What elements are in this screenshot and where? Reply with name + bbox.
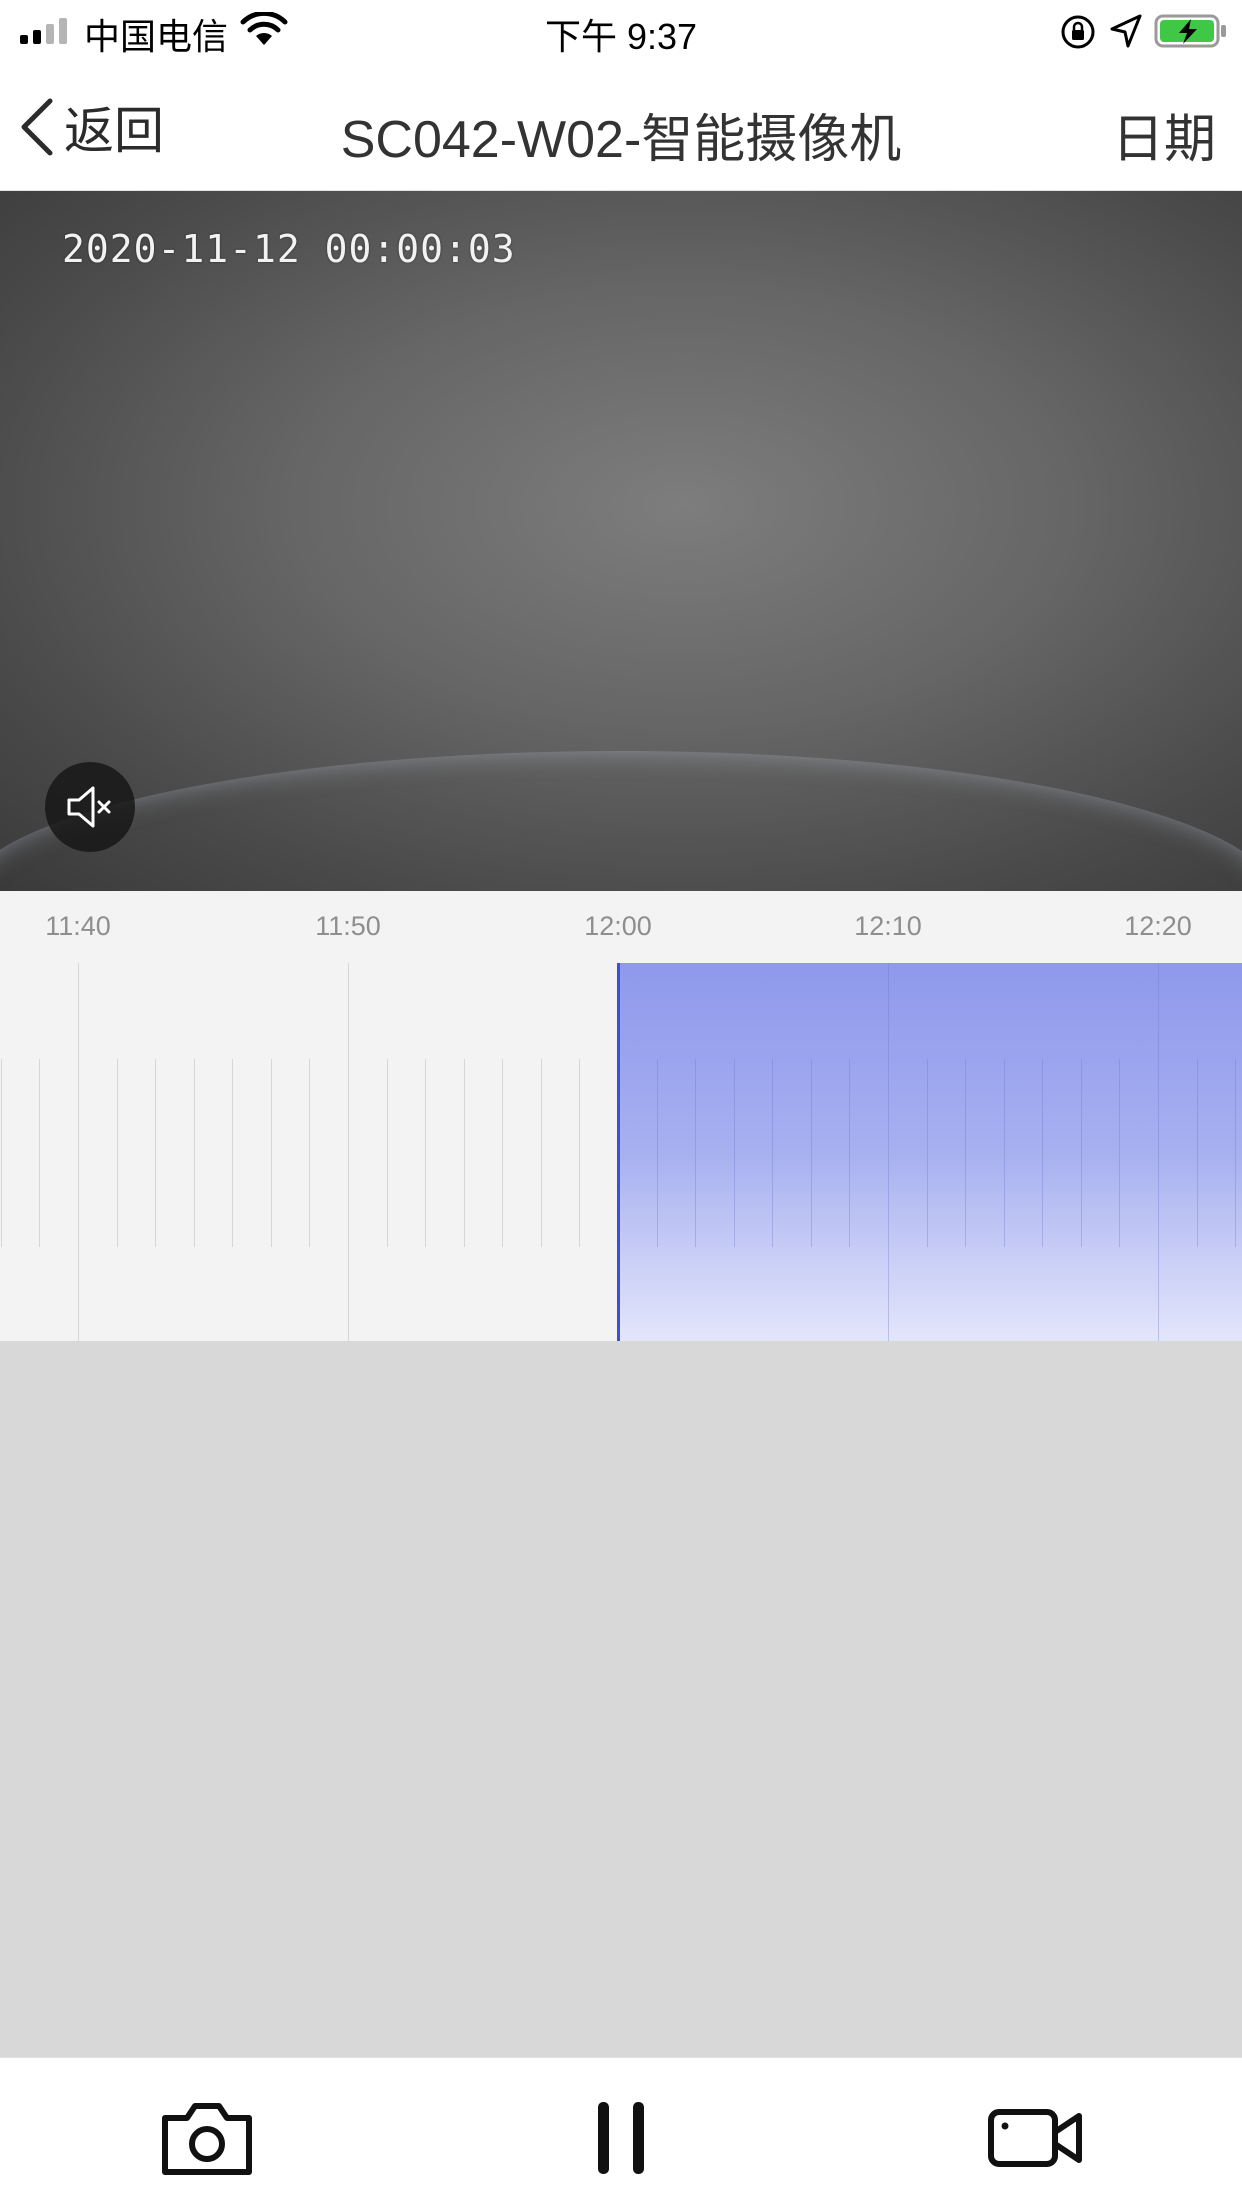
recording-segment[interactable] [618, 963, 1242, 1341]
timeline-minor-tick [1081, 1059, 1082, 1247]
status-bar: 中国电信 下午 9:37 [0, 0, 1242, 62]
battery-charging-icon [1154, 14, 1226, 48]
timeline-minor-tick [1197, 1059, 1198, 1247]
page-title: SC042-W02-智能摄像机 [340, 111, 902, 169]
timeline-minor-tick [387, 1059, 388, 1247]
timeline-minor-tick [849, 1059, 850, 1247]
timeline-label: 11:50 [315, 911, 381, 941]
video-record-icon [988, 2109, 1082, 2167]
orientation-lock-icon [1061, 15, 1095, 49]
timeline-minor-tick [1119, 1059, 1120, 1247]
timeline-minor-tick [579, 1059, 580, 1247]
timeline-minor-tick [657, 1059, 658, 1247]
timeline-minor-tick [194, 1059, 195, 1247]
timeline-track[interactable] [0, 963, 1242, 1341]
timeline-major-tick [1158, 963, 1159, 1341]
timeline-minor-tick [772, 1059, 773, 1247]
pause-icon [598, 2102, 644, 2174]
timeline-minor-tick [464, 1059, 465, 1247]
timeline-minor-tick [271, 1059, 272, 1247]
timeline-minor-tick [117, 1059, 118, 1247]
timeline-minor-tick [155, 1059, 156, 1247]
content-area [0, 1341, 1242, 2057]
timeline-minor-tick [965, 1059, 966, 1247]
timeline-minor-tick [309, 1059, 310, 1247]
timeline-minor-tick [811, 1059, 812, 1247]
snapshot-button[interactable] [157, 2096, 257, 2180]
bottom-toolbar [0, 2057, 1242, 2208]
record-button[interactable] [985, 2096, 1085, 2180]
date-button[interactable]: 日期 [1112, 97, 1216, 172]
timeline-major-tick [348, 963, 349, 1341]
timeline-minor-tick [695, 1059, 696, 1247]
playhead-cursor[interactable] [617, 963, 620, 1341]
timeline-labels: 11:40 11:50 12:00 12:10 12:20 [0, 891, 1242, 963]
timeline-major-tick [888, 963, 889, 1341]
timeline-minor-tick [1, 1059, 2, 1247]
status-time: 下午 9:37 [544, 16, 698, 57]
playback-timeline[interactable]: 11:40 11:50 12:00 12:10 12:20 [0, 891, 1242, 1341]
speaker-muted-icon [67, 786, 111, 828]
mute-button[interactable] [45, 762, 135, 852]
pause-button[interactable] [571, 2096, 671, 2180]
location-icon [1110, 14, 1142, 48]
timeline-minor-tick [1004, 1059, 1005, 1247]
timeline-minor-tick [927, 1059, 928, 1247]
timeline-minor-tick [1235, 1059, 1236, 1247]
timeline-minor-tick [1042, 1059, 1043, 1247]
timeline-major-tick [78, 963, 79, 1341]
timeline-minor-tick [734, 1059, 735, 1247]
video-player[interactable]: 2020-11-12 00:00:03 [0, 191, 1242, 891]
video-timestamp: 2020-11-12 00:00:03 [62, 227, 516, 271]
playback-screen: 中国电信 下午 9:37 返回 SC042-W02-智能摄像机 日期 2020-… [0, 0, 1242, 2208]
timeline-label: 11:40 [45, 911, 111, 941]
timeline-label: 12:10 [854, 911, 922, 941]
timeline-minor-tick [425, 1059, 426, 1247]
timeline-minor-tick [502, 1059, 503, 1247]
timeline-label: 12:20 [1124, 911, 1192, 941]
timeline-minor-tick [541, 1059, 542, 1247]
timeline-minor-tick [232, 1059, 233, 1247]
timeline-label: 12:00 [584, 911, 652, 941]
timeline-minor-tick [39, 1059, 40, 1247]
navigation-bar: 返回 SC042-W02-智能摄像机 日期 [0, 62, 1242, 191]
camera-icon [162, 2103, 252, 2175]
